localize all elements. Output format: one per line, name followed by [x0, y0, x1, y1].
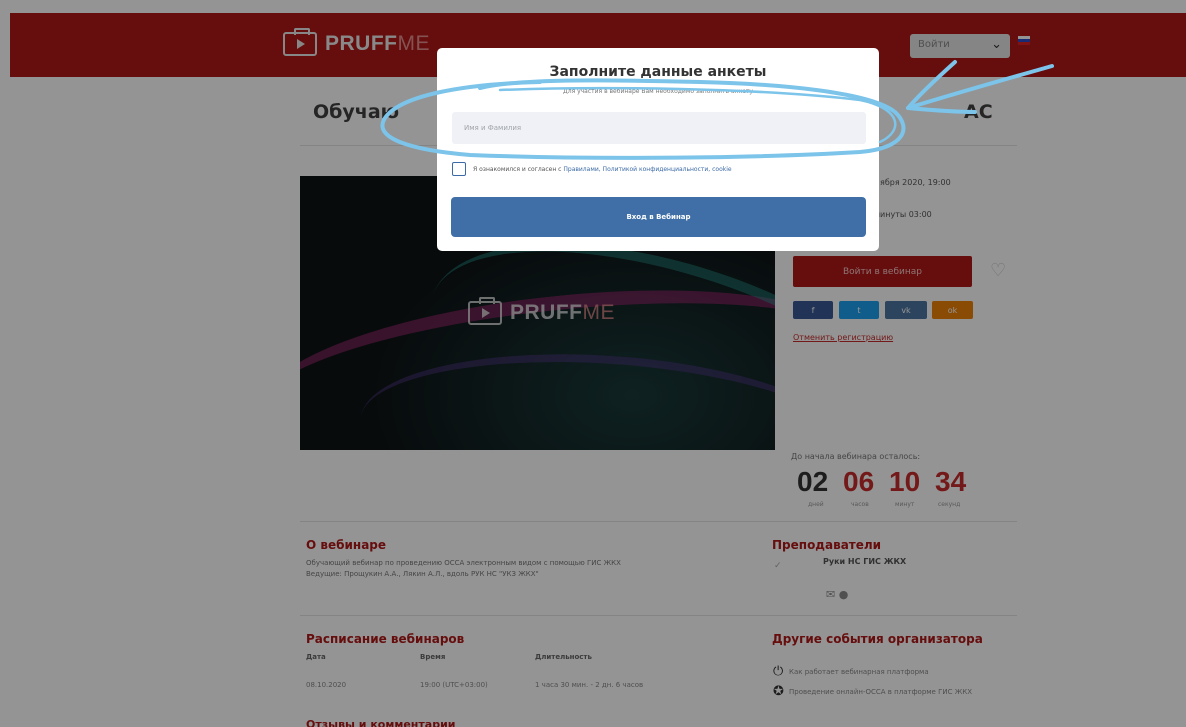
registration-modal: Заполните данные анкеты Для участия в ве…: [437, 48, 879, 251]
modal-title: Заполните данные анкеты: [549, 64, 767, 80]
policy-links[interactable]: Правилами, Политикой конфиденциальности,…: [563, 166, 731, 173]
consent-prefix: Я ознакомился и согласен с: [473, 166, 564, 173]
enter-webinar-button[interactable]: Вход в Вебинар: [451, 197, 866, 237]
consent-checkbox[interactable]: [452, 162, 466, 176]
consent-text: Я ознакомился и согласен с Правилами, По…: [473, 166, 732, 173]
modal-subtitle: Для участия в вебинаре Вам необходимо за…: [563, 88, 753, 95]
name-field[interactable]: [452, 112, 866, 144]
